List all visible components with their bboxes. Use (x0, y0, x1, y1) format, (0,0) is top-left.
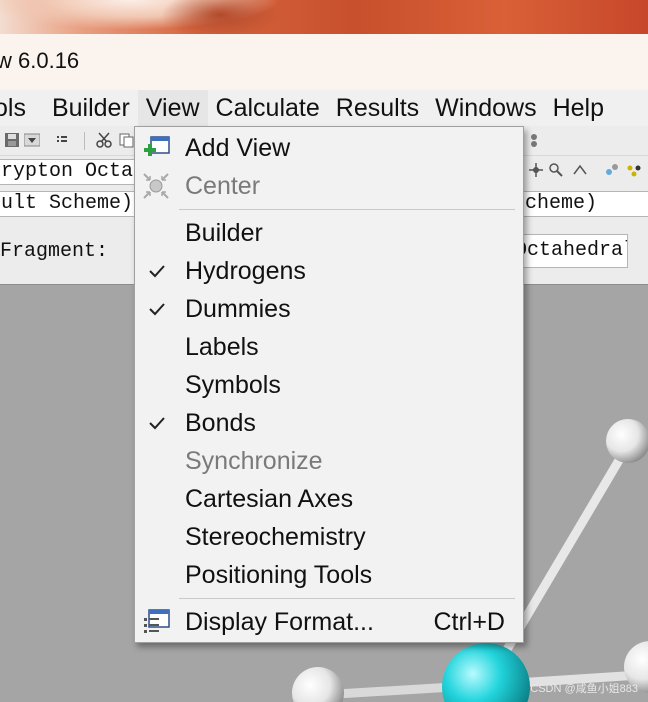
menu-item-label: Builder (185, 219, 263, 247)
add-view-icon (141, 133, 171, 163)
menu-results[interactable]: Results (328, 90, 427, 126)
menu-item-center[interactable]: Center (135, 167, 523, 205)
view-menu-dropdown: Add View Center Builder Hydrogens Dummie… (134, 126, 524, 643)
toolbar-separator (84, 132, 85, 150)
menu-item-add-view[interactable]: Add View (135, 129, 523, 167)
measure-icon[interactable] (572, 162, 588, 183)
symmetry-icon[interactable] (626, 162, 642, 183)
menu-item-label: Dummies (185, 295, 291, 323)
menu-item-label: Synchronize (185, 447, 323, 475)
list-icon[interactable] (54, 132, 70, 148)
menu-item-label: Labels (185, 333, 259, 361)
menu-separator (179, 598, 515, 599)
menu-item-label: Stereochemistry (185, 523, 366, 551)
menu-windows[interactable]: Windows (427, 90, 544, 126)
desktop-wallpaper (0, 0, 648, 34)
element-field[interactable]: rypton Octal (0, 159, 136, 185)
menu-item-stereochemistry[interactable]: Stereochemistry (135, 518, 523, 556)
menu-item-dummies[interactable]: Dummies (135, 290, 523, 328)
menu-builder[interactable]: Builder (44, 90, 138, 126)
wallpaper-shadow (160, 0, 280, 34)
save-icon[interactable] (4, 132, 20, 148)
window-title: w 6.0.16 (0, 48, 80, 73)
rotate-icon[interactable] (528, 162, 544, 183)
title-bar: w 6.0.16 (0, 34, 648, 90)
atom (292, 667, 344, 702)
check-icon (147, 261, 167, 281)
scheme-field-right[interactable]: cheme) (522, 191, 648, 217)
menu-item-display-format[interactable]: Display Format... Ctrl+D (135, 603, 523, 641)
atom-tool-icon[interactable] (526, 132, 542, 148)
menu-item-label: Symbols (185, 371, 281, 399)
menu-item-hydrogens[interactable]: Hydrogens (135, 252, 523, 290)
fragment-field[interactable]: Octahedral (512, 234, 628, 268)
menu-bar: ols Builder View Calculate Results Windo… (0, 90, 648, 126)
menu-item-builder[interactable]: Builder (135, 214, 523, 252)
check-icon (147, 299, 167, 319)
dropdown-arrow-icon[interactable] (23, 132, 41, 148)
menu-item-bonds[interactable]: Bonds (135, 404, 523, 442)
menu-item-label: Cartesian Axes (185, 485, 354, 513)
menu-item-synchronize[interactable]: Synchronize (135, 442, 523, 480)
menu-item-shortcut: Ctrl+D (433, 608, 505, 636)
menu-separator (179, 209, 515, 210)
menu-item-label: Add View (185, 134, 291, 162)
fragment-label: Fragment: (0, 240, 109, 263)
menu-item-label: Center (185, 172, 261, 200)
menu-item-label: Hydrogens (185, 257, 306, 285)
menu-calculate[interactable]: Calculate (208, 90, 328, 126)
central-atom (442, 643, 530, 702)
atom (606, 419, 648, 463)
cleanup-icon[interactable] (604, 162, 620, 183)
menu-item-cartesian-axes[interactable]: Cartesian Axes (135, 480, 523, 518)
copy-icon[interactable] (118, 132, 134, 148)
check-icon (147, 413, 167, 433)
menu-item-label: Bonds (185, 409, 256, 437)
menu-view[interactable]: View (137, 90, 208, 126)
menu-item-label: Positioning Tools (185, 561, 373, 589)
cut-icon[interactable] (96, 132, 112, 148)
menu-item-positioning-tools[interactable]: Positioning Tools (135, 556, 523, 594)
menu-item-symbols[interactable]: Symbols (135, 366, 523, 404)
center-icon (141, 171, 171, 201)
menu-item-labels[interactable]: Labels (135, 328, 523, 366)
watermark: CSDN @咸鱼小姐883 (530, 683, 638, 695)
scheme-field-left[interactable]: ult Scheme) (0, 191, 136, 217)
zoom-icon[interactable] (548, 162, 564, 183)
menu-item-label: Display Format... (185, 608, 374, 636)
display-format-icon (141, 607, 171, 637)
menu-help[interactable]: Help (545, 90, 612, 126)
menu-tools[interactable]: ols (0, 90, 30, 126)
